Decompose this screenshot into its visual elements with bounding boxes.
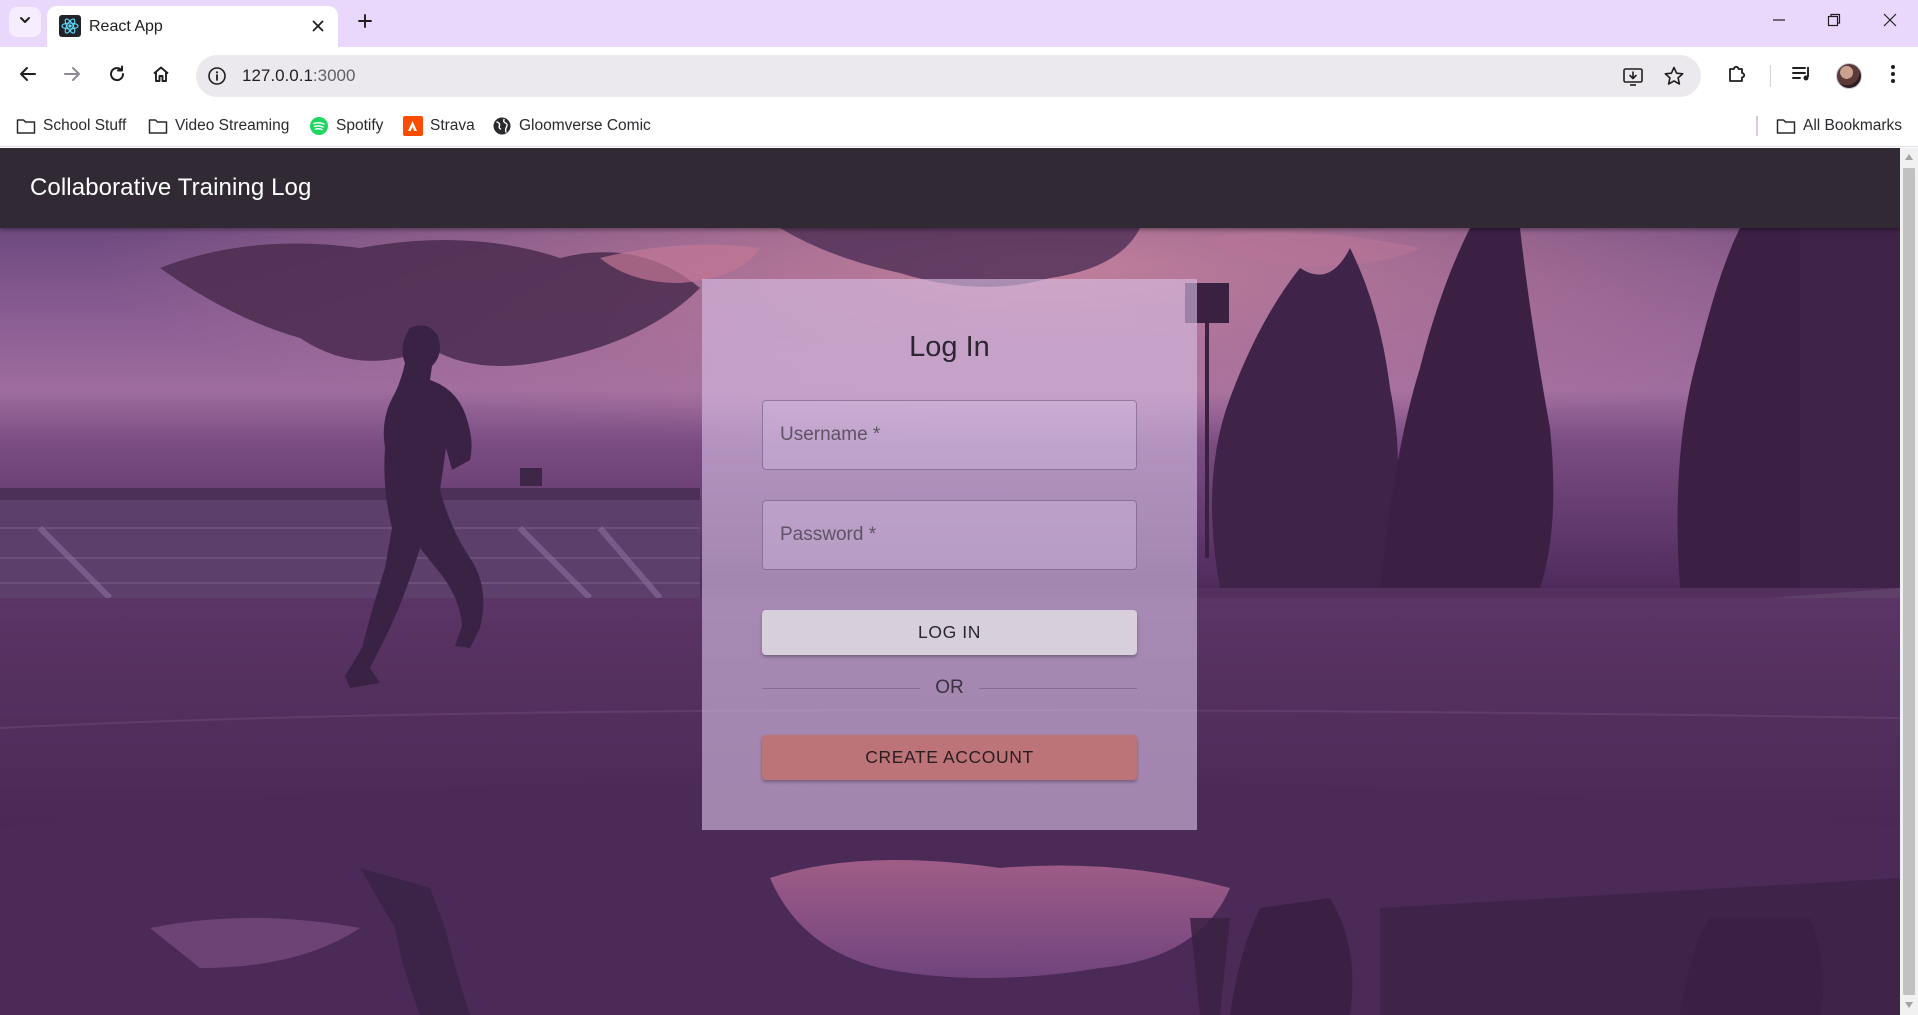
- scroll-up-arrow-icon[interactable]: [1904, 152, 1914, 162]
- home-button[interactable]: [145, 60, 177, 92]
- create-account-button[interactable]: CREATE ACCOUNT: [762, 735, 1137, 780]
- toolbar-separator: [1770, 65, 1771, 87]
- login-heading: Log In: [909, 331, 990, 363]
- reload-icon: [108, 65, 126, 88]
- install-app-icon[interactable]: [1621, 64, 1645, 88]
- tab-strip: React App: [0, 0, 1918, 47]
- all-bookmarks-button[interactable]: All Bookmarks: [1776, 112, 1902, 140]
- tab-search-button[interactable]: [9, 7, 41, 37]
- bookmark-label: Video Streaming: [175, 117, 290, 134]
- address-bar[interactable]: 127.0.0.1:3000: [196, 55, 1701, 97]
- username-field: [762, 400, 1137, 470]
- close-tab-icon[interactable]: [308, 16, 328, 36]
- password-field: [762, 500, 1137, 570]
- bookmark-star-icon[interactable]: [1662, 64, 1686, 88]
- profile-avatar[interactable]: [1836, 63, 1862, 89]
- kebab-menu-icon: [1890, 64, 1896, 89]
- bookmark-video-streaming[interactable]: Video Streaming: [148, 112, 289, 140]
- restore-button[interactable]: [1814, 8, 1854, 36]
- close-icon: [1883, 13, 1897, 32]
- back-button[interactable]: [12, 60, 44, 92]
- hero-background: Log In LOG IN OR CREATE ACCOUNT: [0, 228, 1900, 1015]
- all-bookmarks-label: All Bookmarks: [1803, 117, 1903, 134]
- bookmarks-separator: [1756, 116, 1758, 136]
- app-bar: Collaborative Training Log: [0, 148, 1900, 228]
- login-card: Log In LOG IN OR CREATE ACCOUNT: [702, 279, 1197, 830]
- restore-icon: [1827, 13, 1841, 32]
- bookmark-label: Strava: [430, 117, 475, 134]
- close-window-button[interactable]: [1870, 8, 1910, 36]
- browser-menu-button[interactable]: [1877, 60, 1909, 92]
- browser-toolbar: 127.0.0.1:3000: [0, 47, 1918, 104]
- password-input[interactable]: [763, 501, 1136, 569]
- login-button[interactable]: LOG IN: [762, 610, 1137, 655]
- bookmark-label: School Stuff: [43, 117, 127, 134]
- or-divider: OR: [762, 674, 1137, 702]
- minimize-button[interactable]: [1759, 8, 1799, 36]
- bookmark-gloomverse-comic[interactable]: Gloomverse Comic: [492, 112, 651, 140]
- chevron-down-icon: [18, 13, 32, 32]
- media-controls-button[interactable]: [1786, 60, 1818, 92]
- folder-icon: [16, 116, 36, 136]
- bookmark-school-stuff[interactable]: School Stuff: [16, 112, 126, 140]
- page-scrollbar[interactable]: [1900, 148, 1918, 1015]
- url-text[interactable]: 127.0.0.1:3000: [242, 66, 355, 86]
- arrow-right-icon: [63, 65, 81, 88]
- url-host: 127.0.0.1: [242, 66, 313, 85]
- reload-button[interactable]: [101, 60, 133, 92]
- arrow-left-icon: [19, 65, 37, 88]
- scroll-down-arrow-icon[interactable]: [1904, 1000, 1914, 1010]
- minimize-icon: [1772, 13, 1786, 32]
- page-viewport: Collaborative Training Log Log In Userna…: [0, 148, 1900, 1015]
- new-tab-button[interactable]: [352, 10, 378, 36]
- plus-icon: [357, 13, 373, 34]
- username-input[interactable]: [763, 401, 1136, 469]
- puzzle-icon: [1726, 63, 1748, 90]
- media-queue-icon: [1791, 63, 1813, 90]
- forward-button[interactable]: [56, 60, 88, 92]
- bookmark-label: Gloomverse Comic: [519, 117, 651, 134]
- folder-icon: [148, 116, 168, 136]
- site-info-icon[interactable]: [205, 64, 229, 88]
- app-title: Collaborative Training Log: [30, 174, 312, 201]
- bookmark-spotify[interactable]: Spotify: [309, 112, 383, 140]
- bookmark-label: Spotify: [336, 117, 384, 134]
- globe-icon: [492, 116, 512, 136]
- strava-icon: [403, 116, 423, 136]
- folder-icon: [1776, 116, 1796, 136]
- url-port: :3000: [312, 66, 356, 85]
- extensions-button[interactable]: [1721, 60, 1753, 92]
- browser-tab-react-app[interactable]: React App: [47, 6, 338, 47]
- bookmark-strava[interactable]: Strava: [403, 112, 475, 140]
- react-logo-icon: [59, 15, 81, 37]
- bookmarks-bar: School Stuff Video Streaming Spotify Str…: [0, 104, 1918, 147]
- scrollbar-thumb[interactable]: [1903, 168, 1915, 995]
- spotify-icon: [309, 116, 329, 136]
- home-icon: [152, 65, 170, 88]
- or-label: OR: [935, 677, 964, 698]
- tab-title: React App: [89, 18, 163, 35]
